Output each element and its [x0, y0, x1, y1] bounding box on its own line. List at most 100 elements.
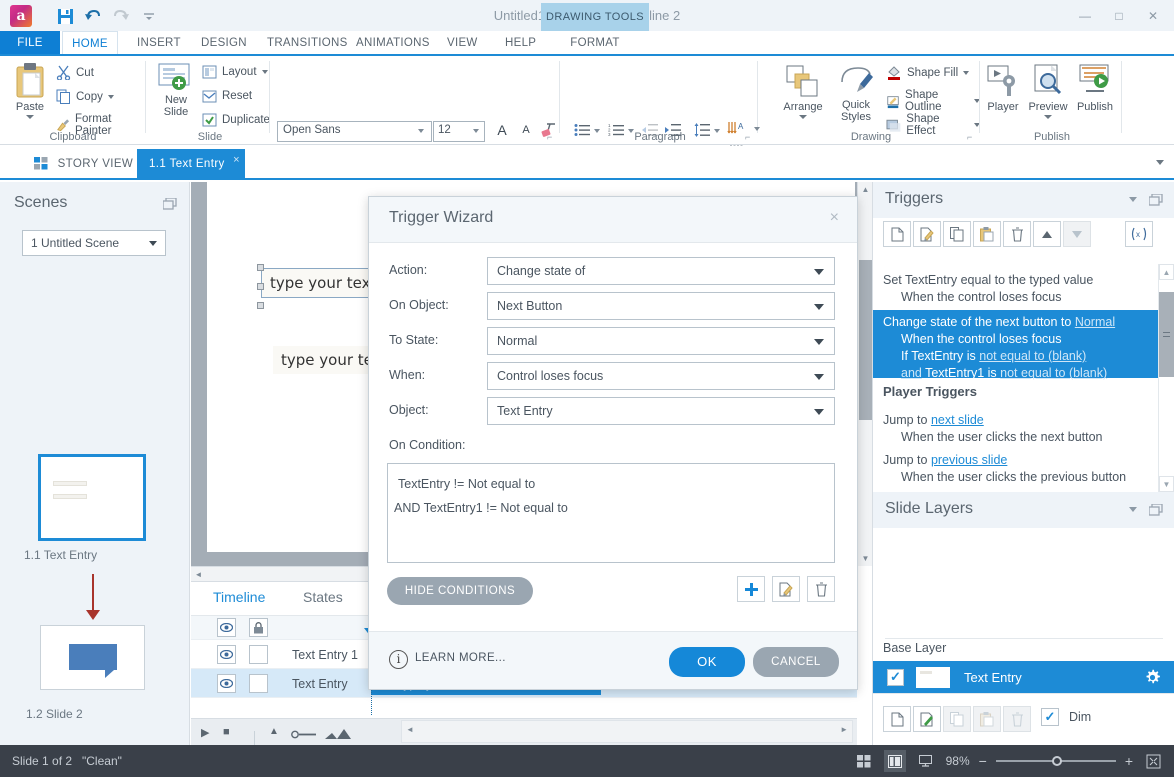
grow-font-icon[interactable]: A	[492, 120, 512, 140]
zoom-slider[interactable]	[996, 760, 1116, 762]
line-spacing-icon[interactable]	[692, 120, 712, 140]
play-button[interactable]: ▶	[201, 726, 209, 739]
restore-panel-icon[interactable]	[163, 198, 177, 210]
move-up-icon[interactable]	[1033, 221, 1061, 247]
preview-button[interactable]: Preview	[1024, 64, 1072, 119]
eye-icon[interactable]	[217, 645, 236, 664]
normal-view-icon[interactable]	[884, 750, 906, 772]
chevron-down-icon[interactable]	[814, 339, 824, 345]
drawing-dialog-launcher-icon[interactable]: ⌐	[967, 132, 977, 142]
add-condition-icon[interactable]	[737, 576, 765, 602]
edit-layer-icon[interactable]	[913, 706, 941, 732]
player-button[interactable]: Player	[982, 64, 1024, 113]
chevron-down-icon[interactable]	[814, 269, 824, 275]
chevron-down-icon[interactable]	[814, 374, 824, 380]
when-select[interactable]: Control loses focus	[487, 362, 835, 390]
layer-visibility-checkbox[interactable]: ✓	[887, 669, 904, 686]
chevron-down-icon[interactable]	[149, 241, 157, 246]
trigger-item-2[interactable]: Change state of the next button to Norma…	[873, 310, 1159, 378]
scrollbar-thumb[interactable]	[1159, 292, 1174, 377]
tab-design[interactable]: DESIGN	[188, 31, 260, 55]
scroll-up-icon[interactable]: ▲	[1159, 264, 1174, 280]
chevron-down-icon[interactable]	[814, 409, 824, 415]
duplicate-button[interactable]: Duplicate	[202, 113, 270, 127]
slide-thumbnail-1[interactable]	[38, 454, 146, 541]
slide-master-icon[interactable]	[915, 750, 937, 772]
conditions-list[interactable]: TextEntry != Not equal to AND TextEntry1…	[387, 463, 835, 563]
arrange-button[interactable]: Arrange	[774, 64, 832, 119]
cut-button[interactable]: Cut	[56, 65, 94, 80]
resize-handle[interactable]	[257, 283, 264, 290]
new-layer-icon[interactable]	[883, 706, 911, 732]
paste-chevron-down-icon[interactable]	[26, 115, 34, 119]
bullets-icon[interactable]	[572, 120, 592, 140]
quick-styles-button[interactable]: Quick Styles	[830, 64, 882, 123]
delete-condition-icon[interactable]	[807, 576, 835, 602]
copy-chevron-down-icon[interactable]	[108, 95, 114, 99]
preview-chevron-down-icon[interactable]	[1044, 115, 1052, 119]
text-direction-icon[interactable]: A	[726, 118, 748, 138]
trigger-state-link[interactable]: Normal	[1075, 315, 1115, 329]
shrink-font-icon[interactable]: A	[516, 120, 536, 140]
player-trigger-2-link[interactable]: previous slide	[931, 453, 1007, 467]
lock-toggle[interactable]	[249, 674, 268, 693]
keyframe-button[interactable]	[291, 730, 317, 739]
publish-button[interactable]: Publish	[1072, 64, 1118, 113]
scrollbar-thumb[interactable]	[859, 260, 872, 420]
hide-conditions-button[interactable]: HIDE CONDITIONS	[387, 577, 533, 605]
fit-to-window-icon[interactable]	[1142, 750, 1164, 772]
edit-trigger-icon[interactable]	[913, 221, 941, 247]
layout-chevron-down-icon[interactable]	[262, 70, 268, 74]
object-select[interactable]: Text Entry	[487, 397, 835, 425]
shape-fill-chevron-down-icon[interactable]	[963, 71, 969, 75]
player-trigger-1-link[interactable]: next slide	[931, 413, 984, 427]
resize-handle[interactable]	[257, 264, 264, 271]
to-state-select[interactable]: Normal	[487, 327, 835, 355]
trigger-item-1[interactable]: Set TextEntry equal to the typed value W…	[873, 268, 1159, 310]
chevron-down-icon[interactable]	[1129, 197, 1137, 202]
chevron-down-icon[interactable]	[1129, 507, 1137, 512]
player-trigger-2[interactable]: Jump to previous slide When the user cli…	[873, 448, 1159, 490]
shape-fill-button[interactable]: Shape Fill	[886, 65, 969, 80]
copy-button[interactable]: Copy	[56, 89, 114, 104]
dim-checkbox[interactable]: ✓	[1041, 708, 1059, 726]
delete-trigger-icon[interactable]	[1003, 221, 1031, 247]
tab-home[interactable]: HOME	[62, 31, 118, 55]
close-button[interactable]: ✕	[1136, 2, 1170, 30]
arrange-chevron-down-icon[interactable]	[799, 115, 807, 119]
player-trigger-1[interactable]: Jump to next slide When the user clicks …	[873, 408, 1159, 450]
line-spacing-chevron-down-icon[interactable]	[714, 129, 720, 133]
zoom-slider-knob[interactable]	[1052, 756, 1062, 766]
paste-trigger-icon[interactable]	[973, 221, 1001, 247]
layer-row-text-entry[interactable]: ✓ Text Entry	[873, 661, 1174, 693]
slide-thumbnail-2[interactable]	[40, 625, 145, 690]
reset-button[interactable]: Reset	[202, 89, 252, 103]
scroll-up-icon[interactable]: ▲	[858, 182, 873, 197]
cond-link-1[interactable]: not equal to (blank)	[979, 349, 1086, 363]
maximize-button[interactable]: □	[1102, 2, 1136, 30]
scroll-left-icon[interactable]: ◄	[191, 567, 206, 582]
edit-condition-icon[interactable]	[772, 576, 800, 602]
font-family-input[interactable]: Open Sans	[277, 121, 432, 142]
tab-view[interactable]: VIEW	[434, 31, 491, 55]
scene-select[interactable]: 1 Untitled Scene	[22, 230, 166, 256]
minimize-button[interactable]: —	[1068, 2, 1102, 30]
resize-handle[interactable]	[257, 302, 264, 309]
increase-indent-icon[interactable]	[663, 120, 683, 140]
numbering-chevron-down-icon[interactable]	[628, 129, 634, 133]
tab-timeline[interactable]: Timeline	[213, 589, 265, 605]
scroll-left-icon[interactable]: ◄	[406, 725, 414, 734]
story-view-icon[interactable]	[853, 750, 875, 772]
tab-states[interactable]: States	[303, 589, 343, 605]
close-icon[interactable]: ×	[830, 209, 839, 227]
close-icon[interactable]: ×	[233, 145, 240, 176]
scroll-down-icon[interactable]: ▼	[858, 551, 873, 566]
clear-formatting-icon[interactable]	[539, 120, 559, 140]
tab-story-view[interactable]: STORY VIEW	[22, 149, 145, 180]
learn-more-link[interactable]: LEARN MORE...	[415, 652, 506, 664]
zoom-out-button[interactable]: −	[979, 753, 987, 769]
text-direction-chevron-down-icon[interactable]	[754, 127, 760, 131]
decrease-indent-icon[interactable]	[640, 120, 660, 140]
ok-button[interactable]: OK	[669, 647, 745, 677]
eye-icon[interactable]	[217, 674, 236, 693]
